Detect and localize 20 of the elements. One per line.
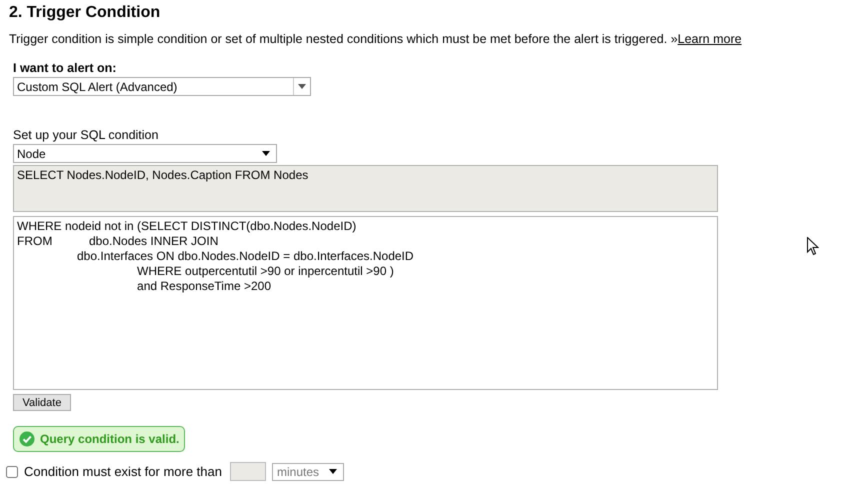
alert-on-label: I want to alert on: bbox=[13, 61, 116, 75]
duration-label: Condition must exist for more than bbox=[24, 464, 222, 479]
description-text: Trigger condition is simple condition or set of multiple nested conditions which must be met before the alert is triggered. »Learn more bbox=[9, 32, 742, 46]
duration-field[interactable] bbox=[230, 462, 266, 481]
caret-icon bbox=[298, 84, 306, 89]
duration-checkbox[interactable] bbox=[6, 466, 18, 478]
pointer-icon bbox=[807, 237, 819, 256]
object-select[interactable]: Node bbox=[13, 144, 277, 163]
caret-icon bbox=[262, 151, 270, 156]
unit-select[interactable]: minutes bbox=[272, 462, 344, 480]
select-clause-field: SELECT Nodes.NodeID, Nodes.Caption FROM Nodes bbox=[13, 165, 718, 212]
alert-type-select[interactable]: Custom SQL Alert (Advanced) bbox=[13, 77, 311, 96]
where-clause-field[interactable]: WHERE nodeid not in (SELECT DISTINCT(dbo.Nodes.NodeID) FROM dbo.Nodes INNER JOIN dbo.Interfaces ON dbo.Nodes.NodeID = dbo.Interfaces.NodeID WHERE outpercentutil >90 or inpercentutil >90 ) and ResponseTime >200 bbox=[13, 216, 718, 390]
check-circle-icon bbox=[19, 431, 35, 447]
sql-condition-label: Set up your SQL condition bbox=[13, 128, 158, 142]
section-heading: 2. Trigger Condition bbox=[9, 4, 160, 22]
validate-button[interactable]: Validate bbox=[13, 394, 71, 411]
learn-more-link[interactable]: Learn more bbox=[678, 32, 742, 46]
validation-message: Query condition is valid. bbox=[13, 426, 186, 452]
caret-icon bbox=[328, 469, 337, 474]
